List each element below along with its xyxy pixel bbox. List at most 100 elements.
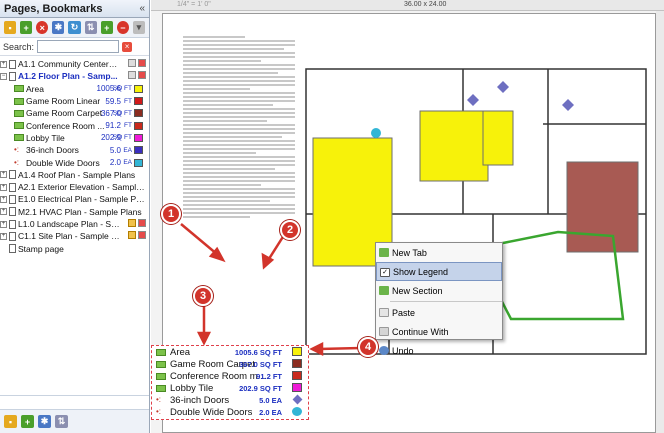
expand-icon[interactable]: + — [0, 220, 7, 228]
tree-item-e1-0[interactable]: + E1.0 Electrical Plan - Sample Plans — [0, 193, 149, 205]
page-icon — [9, 71, 16, 81]
color-swatch[interactable] — [134, 133, 143, 142]
measure-value: 5.0 — [109, 145, 121, 155]
tree-item-stamp-page[interactable]: Stamp page — [0, 242, 149, 254]
expand-icon[interactable]: + — [0, 208, 7, 216]
color-swatch[interactable] — [134, 84, 143, 93]
tree-label: A1.4 Roof Plan - Sample Plans — [18, 169, 136, 180]
page-icon — [9, 207, 16, 217]
drawing-canvas[interactable]: 1/4" = 1' 0" 36.00 x 24.00 New Tab ✓ Sho… — [151, 0, 664, 433]
tree-item-conference-room[interactable]: Conference Room ... 91.2 FT — [0, 119, 149, 131]
lock-icon — [128, 231, 136, 240]
tree-item-area[interactable]: Area 1005.6 SQ FT — [0, 83, 149, 95]
page-icon — [9, 231, 16, 241]
count-measure-icon: •: — [14, 157, 20, 167]
tree-label: Area — [26, 83, 44, 94]
tree-item-m2-1[interactable]: + M2.1 HVAC Plan - Sample Plans — [0, 206, 149, 218]
tree-label: C1.1 Site Plan - Sample Plans — [18, 231, 122, 242]
expand-icon[interactable]: + — [0, 60, 7, 68]
tree-item-c1-1[interactable]: + C1.1 Site Plan - Sample Plans — [0, 230, 149, 242]
tree-item-a2-1[interactable]: + A2.1 Exterior Elevation - Sample Plans — [0, 181, 149, 193]
tree-item-a1-2[interactable]: − A1.2 Floor Plan - Samp... — [0, 70, 149, 82]
page-icon — [9, 182, 16, 192]
tree-label: L1.0 Landscape Plan - Sample ... — [18, 219, 122, 229]
color-swatch[interactable] — [134, 109, 143, 118]
linear-measure-icon — [14, 97, 24, 105]
linear-measure-icon — [14, 122, 24, 130]
settings-icon[interactable]: ✱ — [52, 21, 65, 34]
count-measure-icon: •: — [14, 145, 20, 155]
tree-label: 36-inch Doors — [26, 145, 79, 156]
tree-item-36-inch-doors[interactable]: •: 36-inch Doors 5.0 EA — [0, 144, 149, 156]
add-icon[interactable]: + — [21, 415, 34, 428]
refresh-icon[interactable]: ↻ — [68, 21, 81, 34]
sort-icon[interactable]: ⇅ — [84, 21, 97, 34]
tree-item-game-room-linear[interactable]: Game Room Linear 59.5 FT — [0, 95, 149, 107]
panel-splitter[interactable] — [0, 395, 149, 409]
callout-1: 1 — [161, 204, 181, 224]
tree-label: A2.1 Exterior Elevation - Sample Plans — [18, 182, 146, 193]
measure-unit: FT — [124, 122, 132, 130]
callout-2: 2 — [280, 220, 300, 240]
bookmark-tree: + A1.1 Community Center - Sam... − A1.2 … — [0, 56, 149, 255]
more-icon[interactable]: ▾ — [132, 21, 145, 34]
page-icon — [9, 194, 16, 204]
measure-unit: SQ FT — [112, 134, 132, 142]
color-swatch[interactable] — [134, 121, 143, 130]
add-bookmark-icon[interactable]: + — [100, 21, 113, 34]
add-icon[interactable]: + — [20, 21, 33, 34]
flag-icon — [138, 71, 146, 80]
collapse-icon[interactable]: − — [0, 72, 7, 80]
page-icon — [9, 219, 16, 229]
tree-label: Double Wide Doors — [26, 157, 100, 168]
sort-icon[interactable]: ⇅ — [55, 415, 68, 428]
flag-icon — [138, 218, 146, 227]
color-swatch[interactable] — [134, 146, 143, 155]
expand-icon[interactable]: + — [0, 183, 7, 191]
expand-icon[interactable]: + — [0, 232, 7, 240]
expand-icon[interactable]: + — [0, 171, 7, 179]
tree-label: A1.1 Community Center - Sam... — [18, 59, 118, 70]
tree-label: M2.1 HVAC Plan - Sample Plans — [18, 206, 142, 217]
callout-arrows — [180, 223, 362, 357]
tree-item-double-wide-doors[interactable]: •: Double Wide Doors 2.0 EA — [0, 156, 149, 168]
folder-icon[interactable]: ▪ — [4, 415, 17, 428]
tree-item-a1-4[interactable]: + A1.4 Roof Plan - Sample Plans — [0, 169, 149, 181]
page-icon — [9, 170, 16, 180]
expand-icon[interactable]: + — [0, 195, 7, 203]
tree-item-lobby-tile[interactable]: Lobby Tile 202.9 SQ FT — [0, 132, 149, 144]
page-thumb-icon — [128, 71, 136, 80]
panel-header: Pages, Bookmarks « — [0, 0, 149, 18]
lock-icon — [128, 218, 136, 227]
tree-label: E1.0 Electrical Plan - Sample Plans — [18, 194, 146, 205]
measure-unit: EA — [123, 146, 132, 154]
measure-unit: SQ FT — [112, 109, 132, 117]
tree-item-l1-0[interactable]: + L1.0 Landscape Plan - Sample ... — [0, 218, 149, 230]
search-label: Search: — [3, 41, 35, 52]
flag-icon — [138, 231, 146, 240]
tree-label: Conference Room ... — [26, 120, 105, 131]
delete-icon[interactable]: × — [36, 21, 49, 34]
tree-label: Lobby Tile — [26, 132, 65, 143]
clear-search-icon[interactable]: × — [122, 41, 133, 52]
panel-toolbar: ▪ + × ✱ ↻ ⇅ + − ▾ — [0, 18, 149, 38]
remove-bookmark-icon[interactable]: − — [116, 21, 129, 34]
flag-icon — [138, 59, 146, 67]
panel-bottom-toolbar: ▪ + ✱ ⇅ — [0, 409, 149, 433]
area-measure-icon — [14, 134, 24, 142]
tree-item-a1-1[interactable]: + A1.1 Community Center - Sam... — [0, 58, 149, 70]
page-icon — [9, 59, 16, 69]
search-input[interactable] — [37, 40, 120, 53]
area-measure-icon — [14, 85, 24, 93]
collapse-panel-button[interactable]: « — [139, 3, 145, 14]
folder-icon[interactable]: ▪ — [4, 21, 17, 34]
color-swatch[interactable] — [134, 158, 143, 167]
settings-icon[interactable]: ✱ — [38, 415, 51, 428]
page-thumb-icon — [128, 59, 136, 67]
color-swatch[interactable] — [134, 97, 143, 106]
tree-label: Stamp page — [18, 243, 64, 254]
area-measure-icon — [14, 109, 24, 117]
tree-label: Game Room Linear — [26, 96, 101, 107]
tree-item-game-room-carpet[interactable]: Game Room Carpet 367.0 SQ FT — [0, 107, 149, 119]
callout-3: 3 — [193, 286, 213, 306]
